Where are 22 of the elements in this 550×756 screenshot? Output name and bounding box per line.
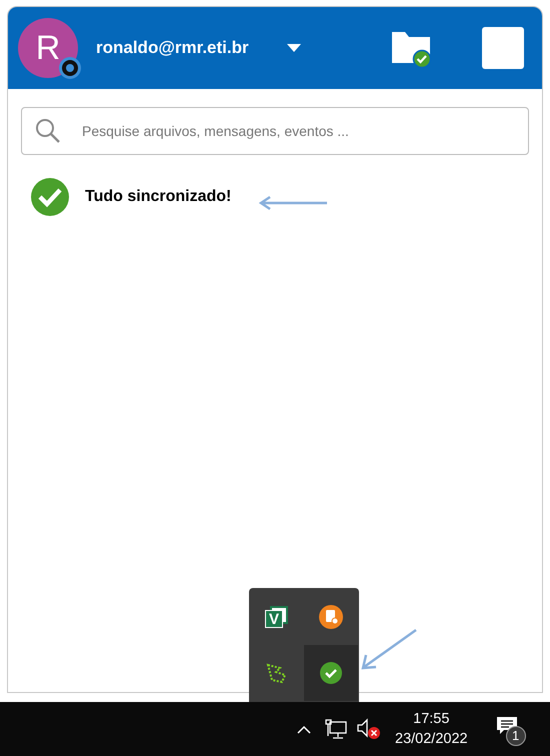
chevron-up-icon[interactable] bbox=[297, 724, 311, 734]
dotted-shape-icon bbox=[266, 662, 288, 684]
annotation-arrow bbox=[258, 195, 328, 211]
clock-date[interactable]: 23/02/2022 bbox=[395, 729, 468, 749]
dropdown-caret-icon[interactable] bbox=[286, 44, 301, 52]
sync-status-text: Tudo sincronizado! bbox=[85, 187, 232, 207]
annotation-arrow bbox=[360, 628, 418, 670]
document-search-icon bbox=[319, 605, 343, 629]
clock-time[interactable]: 17:55 bbox=[413, 709, 450, 729]
tray-item[interactable] bbox=[304, 645, 358, 701]
avatar[interactable]: R bbox=[18, 18, 78, 78]
network-icon[interactable] bbox=[325, 719, 347, 739]
notification-button[interactable]: 1 bbox=[496, 712, 524, 746]
account-name: ronaldo@rmr.eti.br bbox=[96, 37, 249, 60]
check-circle-icon bbox=[320, 662, 342, 684]
search-icon bbox=[35, 118, 61, 144]
notification-count: 1 bbox=[506, 726, 526, 746]
search-field[interactable]: Pesquise arquivos, mensagens, eventos ... bbox=[21, 107, 529, 155]
status-icon bbox=[58, 56, 82, 80]
avatar-initial: R bbox=[36, 31, 60, 65]
speaker-muted-icon[interactable] bbox=[357, 718, 381, 740]
check-circle-icon bbox=[30, 177, 70, 217]
